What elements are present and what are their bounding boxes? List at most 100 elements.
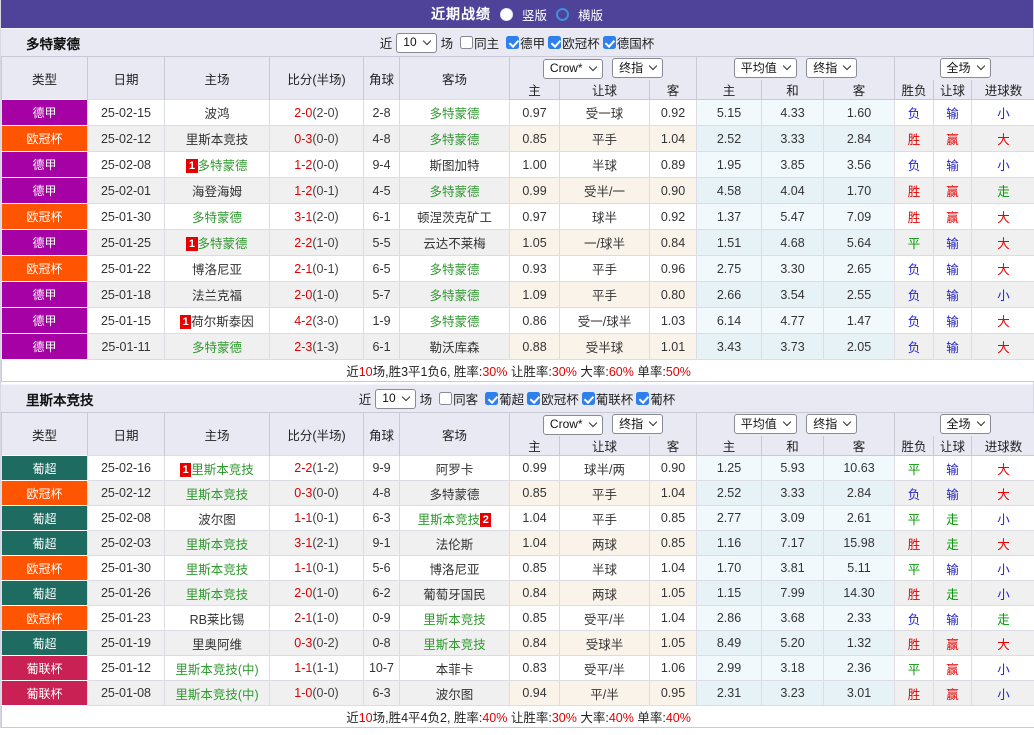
handicap-home-odds: 1.09 [509, 281, 560, 308]
avg-source-select[interactable]: 平均值 [733, 414, 797, 435]
league-checkbox[interactable] [527, 392, 541, 405]
league-checkbox[interactable] [636, 392, 650, 405]
handicap-line: 一/球半 [559, 229, 650, 256]
team-label: 里斯本竞技 [185, 537, 249, 552]
avg-source-select[interactable]: 平均值 [733, 58, 797, 79]
avg-time-select[interactable]: 终指 [806, 58, 858, 79]
avg-draw-odds: 7.99 [761, 580, 824, 606]
odds-source-select[interactable]: Crow* [542, 58, 603, 79]
corner-score: 9-1 [363, 530, 400, 556]
recent-count-select[interactable]: 10 [375, 388, 416, 409]
recent-count-select[interactable]: 10 [396, 32, 437, 53]
odds-source-select[interactable]: Crow* [542, 414, 603, 435]
result-goals: 小 [971, 555, 1034, 581]
vertical-layout-radio[interactable] [499, 7, 513, 21]
odds-time-select[interactable]: 终指 [612, 414, 664, 434]
full-score: 3-1 [294, 536, 313, 550]
team-label: 多特蒙德 [197, 159, 248, 173]
sub-col-header: 和 [761, 435, 824, 456]
team-label: 多特蒙德 [429, 185, 480, 199]
handicap-home-odds: 0.99 [509, 177, 560, 204]
sub-col-header: 和 [761, 79, 824, 100]
sub-col-header: 胜负 [894, 79, 935, 100]
result-outcome: 胜 [894, 680, 935, 706]
handicap-away-odds: 1.04 [649, 555, 697, 581]
odds-time-select[interactable]: 终指 [612, 58, 664, 78]
match-row: 欧冠杯 25-02-12 里斯本竞技 0-3(0-0) 4-8 多特蒙德 0.8… [1, 480, 1034, 506]
corner-score: 2-8 [363, 99, 400, 126]
away-team: 多特蒙德 [399, 255, 510, 282]
result-handicap: 输 [933, 99, 973, 126]
score: 1-1(0-1) [269, 505, 364, 531]
col-header-corner: 角球 [363, 56, 400, 100]
scope-select[interactable]: 全场 [939, 58, 991, 79]
handicap-home-odds: 0.85 [509, 480, 560, 506]
half-score: (1-2) [312, 461, 339, 475]
match-date: 25-01-12 [87, 655, 165, 681]
handicap-away-odds: 1.01 [649, 333, 697, 360]
avg-draw-odds: 4.04 [761, 177, 824, 204]
team-label: 多特蒙德 [429, 263, 480, 277]
avg-home-odds: 1.95 [696, 151, 762, 178]
sub-col-header: 让球 [559, 79, 650, 100]
home-team: 博洛尼亚 [164, 255, 270, 282]
score: 2-2(1-2) [269, 455, 364, 481]
handicap-away-odds: 0.95 [649, 680, 697, 706]
team-label: 里斯本竞技 [185, 587, 249, 602]
full-score: 2-0 [294, 105, 313, 120]
scope-select[interactable]: 全场 [939, 414, 991, 435]
avg-home-odds: 4.58 [696, 177, 762, 204]
horizontal-layout-radio[interactable] [556, 7, 569, 21]
half-score: (0-0) [312, 486, 339, 500]
corner-score: 9-9 [363, 455, 400, 481]
league-checkbox[interactable] [602, 36, 616, 49]
same-venue-checkbox[interactable] [460, 36, 474, 49]
team-label: 里斯本竞技 [423, 612, 486, 627]
handicap-line: 受平/半 [559, 655, 650, 681]
full-score: 1-0 [294, 686, 313, 700]
full-score: 2-0 [294, 586, 313, 600]
match-date: 25-01-15 [87, 307, 165, 334]
result-goals: 大 [971, 255, 1034, 282]
sub-col-header: 客 [822, 79, 896, 100]
result-handicap: 输 [933, 333, 973, 360]
handicap-home-odds: 1.05 [509, 229, 560, 256]
handicap-home-odds: 0.85 [509, 125, 560, 152]
avg-home-odds: 1.25 [696, 455, 762, 481]
avg-away-odds: 1.60 [822, 99, 896, 126]
corner-score: 5-6 [363, 555, 400, 581]
recent-count-value: 10 [382, 391, 396, 405]
avg-time-select[interactable]: 终指 [806, 414, 858, 435]
section-summary: 近10场,胜4平4负2, 胜率:40% 让胜率:30% 大率:40% 单率:40… [0, 705, 1034, 728]
result-goals: 小 [971, 580, 1034, 606]
sub-col-header: 让球 [559, 435, 650, 456]
league-checkbox[interactable] [485, 392, 499, 405]
avg-away-odds: 1.32 [822, 630, 896, 656]
away-team: 多特蒙德 [399, 307, 510, 334]
summary-segment: 场,胜3平1负6, 胜率: [372, 365, 483, 379]
team-label: 多特蒙德 [429, 133, 480, 147]
result-outcome: 负 [894, 307, 935, 334]
avg-away-odds: 2.05 [822, 333, 896, 360]
handicap-line: 受半/一 [559, 177, 650, 204]
league-checkbox[interactable] [581, 392, 595, 405]
avg-away-odds: 5.11 [822, 555, 896, 581]
corner-score: 5-7 [363, 281, 400, 308]
same-venue-checkbox[interactable] [439, 392, 453, 405]
rank-badge: 1 [186, 159, 198, 173]
sub-col-header: 客 [649, 79, 697, 100]
result-goals: 大 [971, 307, 1034, 334]
recent-label: 近 [379, 37, 393, 51]
league-checkbox[interactable] [506, 36, 520, 49]
league-badge: 德甲 [1, 307, 88, 334]
league-checkbox[interactable] [548, 36, 562, 49]
league-checkbox-label: 葡联杯 [595, 393, 634, 407]
home-team: 里斯本竞技 [164, 125, 270, 152]
corner-score: 4-8 [363, 480, 400, 506]
handicap-home-odds: 1.04 [509, 505, 560, 531]
score: 2-1(1-0) [269, 605, 364, 631]
team-label: 法兰克福 [191, 289, 242, 303]
match-row: 德甲 25-01-18 法兰克福 2-0(1-0) 5-7 多特蒙德 1.09 … [1, 281, 1034, 308]
league-badge: 欧冠杯 [1, 555, 88, 581]
handicap-away-odds: 0.85 [649, 505, 697, 531]
